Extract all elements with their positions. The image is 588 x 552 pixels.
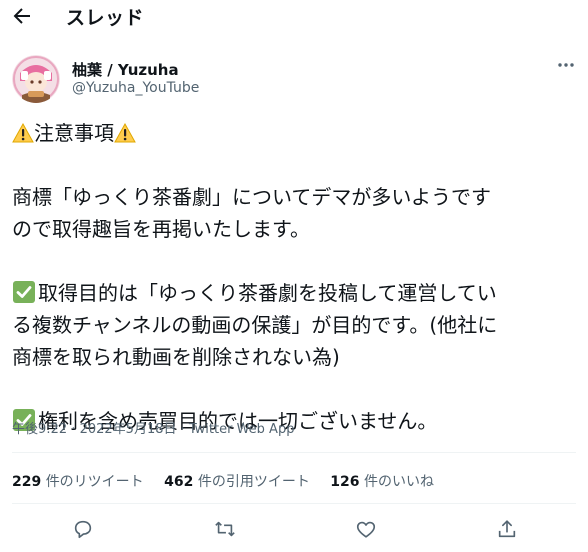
tweet-text-line: 商標を取られ動画を削除されない為) — [12, 345, 340, 369]
divider — [12, 503, 576, 504]
tweet-text: 注意事項 商標「ゆっくり茶番劇」についてデマが多いようです ので取得趣旨を再掲い… — [12, 117, 578, 437]
likes-label: 件のいいね — [363, 474, 434, 490]
like-icon[interactable] — [355, 518, 377, 540]
retweets-label: 件のリツイート — [45, 474, 144, 490]
quotes-stat[interactable]: 462 件の引用ツイート — [164, 474, 310, 490]
tweet-text-line: る複数チャンネルの動画の保護」が目的です。(他社に — [12, 313, 498, 337]
reply-icon[interactable] — [72, 518, 94, 540]
likes-stat[interactable]: 126 件のいいね — [330, 474, 434, 490]
likes-count: 126 — [330, 474, 360, 490]
tweet-text-line: 取得目的は「ゆっくり茶番劇を投稿して運営してい — [38, 281, 497, 305]
tweet-stats: 229 件のリツイート 462 件の引用ツイート 126 件のいいね — [12, 471, 450, 491]
tweet-timestamp[interactable]: 午後9:22 · 2022年5月18日 · Twitter Web App — [12, 418, 294, 437]
avatar[interactable] — [12, 55, 60, 103]
share-icon[interactable] — [496, 518, 518, 540]
check-icon — [13, 281, 35, 303]
retweets-count: 229 — [12, 474, 42, 490]
retweets-stat[interactable]: 229 件のリツイート — [12, 474, 144, 490]
quotes-label: 件の引用ツイート — [197, 474, 310, 490]
page-title: スレッド — [66, 7, 145, 29]
retweet-icon[interactable] — [214, 518, 236, 540]
warning-icon — [12, 123, 34, 143]
tweet-line: 取得目的は「ゆっくり茶番劇を投稿して運営してい — [12, 277, 578, 309]
author-handle[interactable]: @Yuzuha_YouTube — [72, 80, 199, 96]
arrow-left-icon[interactable] — [10, 4, 34, 28]
tweet-text-line: 商標「ゆっくり茶番劇」についてデマが多いようです — [12, 185, 491, 209]
thread-header: スレッド — [0, 0, 588, 36]
quotes-count: 462 — [164, 474, 194, 490]
divider — [12, 452, 576, 453]
warning-icon — [114, 123, 136, 143]
more-icon[interactable] — [556, 55, 576, 75]
author-name[interactable]: 柚葉 / Yuzuha — [72, 59, 179, 80]
tweet-line: 注意事項 — [12, 117, 578, 149]
tweet-text-line: ので取得趣旨を再掲いたします。 — [12, 217, 310, 241]
tweet-text-line: 注意事項 — [34, 121, 114, 145]
